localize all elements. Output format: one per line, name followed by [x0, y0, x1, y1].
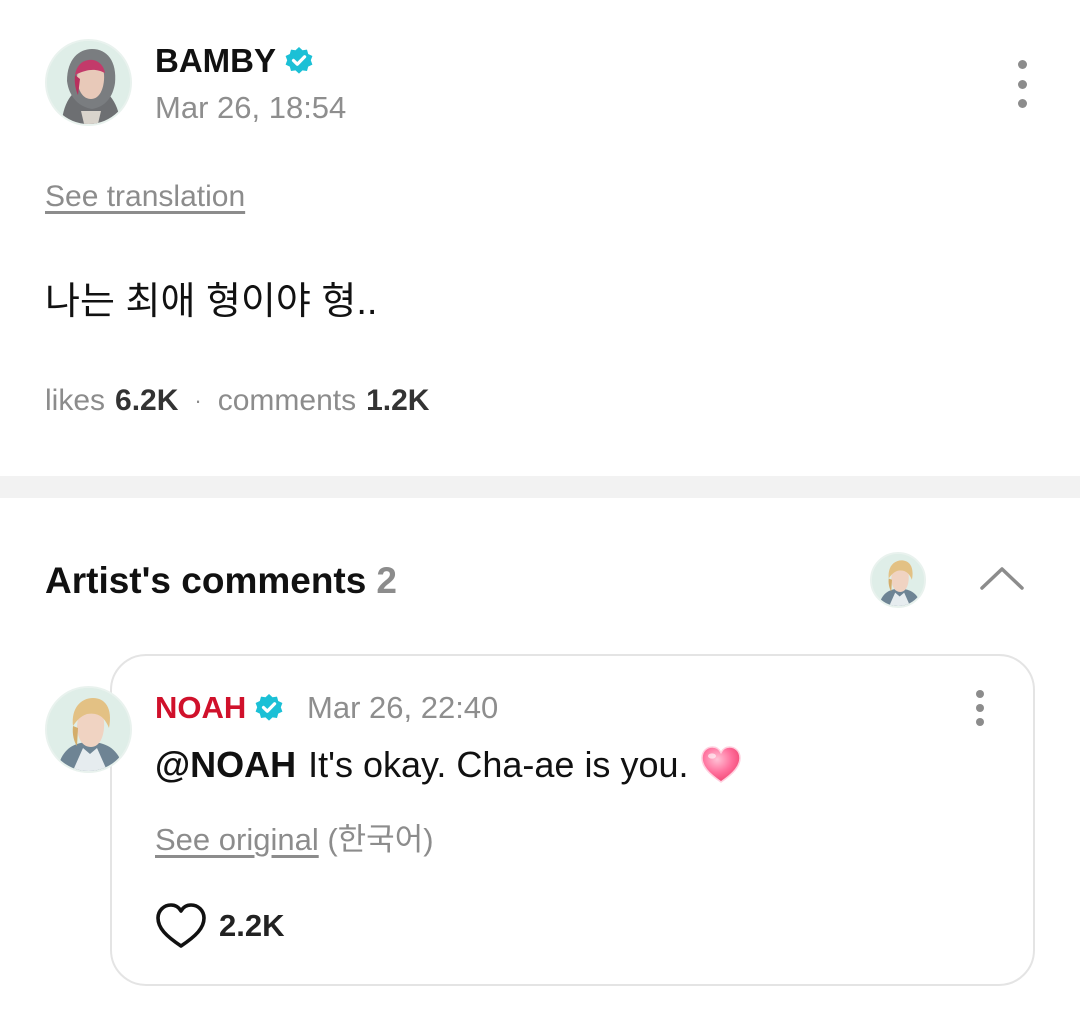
likes-count[interactable]: 6.2K — [115, 384, 178, 418]
heart-outline-icon[interactable] — [155, 902, 207, 950]
author-name-text: BAMBY — [155, 42, 276, 79]
comment-text: @NOAH It's okay. Cha-ae is you. — [155, 744, 742, 786]
artist-comments-count: 2 — [376, 560, 397, 601]
comment-author-name[interactable]: NOAH — [155, 690, 284, 726]
collapse-chevron-up-icon[interactable] — [978, 562, 1026, 594]
original-language: (한국어) — [327, 822, 434, 857]
more-vertical-icon — [976, 690, 984, 698]
post-stats: likes 6.2K · comments 1.2K — [45, 384, 429, 418]
see-original-link[interactable]: See original — [155, 822, 319, 857]
post-more-options-button[interactable] — [1010, 60, 1034, 108]
verified-badge-icon — [285, 47, 313, 74]
comment-like-count: 2.2K — [219, 908, 285, 943]
more-dot — [1017, 79, 1027, 89]
comment-like-row: 2.2K — [155, 902, 284, 950]
section-divider — [0, 476, 1080, 498]
noah-avatar[interactable] — [45, 686, 132, 773]
comment-author-name-text: NOAH — [155, 690, 247, 725]
post: BAMBY Mar 26, 18:54 See translation 나는 최… — [0, 0, 1080, 476]
verified-badge-icon — [255, 694, 283, 721]
post-body-text: 나는 최애 형이야 형.. — [45, 281, 378, 323]
bamby-avatar[interactable] — [45, 39, 132, 126]
comment-more-options-button[interactable] — [968, 690, 992, 726]
stats-separator: · — [194, 388, 202, 413]
see-original: See original (한국어) — [155, 814, 434, 859]
see-translation-link[interactable]: See translation — [45, 180, 245, 214]
comment-timestamp: Mar 26, 22:40 — [307, 690, 499, 725]
artist-comments-title: Artist's comments 2 — [45, 560, 397, 602]
post-timestamp: Mar 26, 18:54 — [155, 90, 347, 125]
comments-count[interactable]: 1.2K — [366, 384, 429, 418]
comment-mention[interactable]: @NOAH — [155, 744, 296, 786]
comments-label[interactable]: comments — [218, 384, 356, 418]
artist-comments-title-text: Artist's comments — [45, 560, 367, 601]
more-vertical-icon — [1017, 60, 1027, 69]
artist-avatar-small[interactable] — [870, 552, 926, 608]
comment-body: It's okay. Cha-ae is you. — [308, 744, 689, 785]
likes-label[interactable]: likes — [45, 384, 105, 418]
author-name[interactable]: BAMBY — [155, 42, 314, 80]
more-dot — [1017, 99, 1027, 108]
more-dot — [976, 704, 984, 712]
pink-heart-emoji-icon — [701, 746, 742, 783]
more-dot — [976, 718, 984, 726]
